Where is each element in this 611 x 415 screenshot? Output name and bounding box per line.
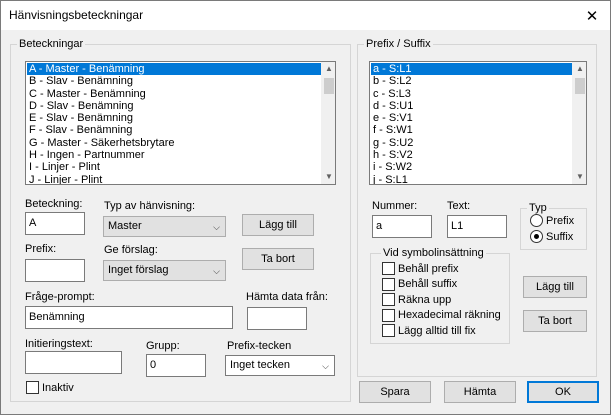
nummer-label: Nummer: [372, 200, 418, 212]
close-button[interactable]: ✕ [574, 1, 610, 30]
scroll-down-icon[interactable]: ▼ [573, 170, 586, 184]
ge-forslag-label: Ge förslag: [104, 244, 158, 256]
chevron-down-icon: ⌵ [213, 266, 220, 276]
lagg-alltid-till-fix-checkbox-box[interactable] [382, 324, 395, 337]
prefix-suffix-list: a - S:L1 b - S:L2 c - S:L3 d - S:U1 e - S:V1… [370, 62, 586, 184]
prefix-suffix-scrollbar[interactable]: ▲ ▼ [572, 62, 586, 184]
text-label: Text: [447, 200, 471, 212]
beteckningar-listbox[interactable]: A - Master - Benämning B - Slav - Benämni… [25, 61, 336, 185]
list-item[interactable]: A - Master - Benämning [27, 63, 335, 76]
list-item[interactable]: j - S:L1 [371, 174, 586, 184]
list-item[interactable]: F - Slav - Benämning [27, 124, 335, 136]
prefix-radio-label: Prefix [546, 214, 575, 227]
init-text-input[interactable] [25, 351, 122, 374]
list-item[interactable]: g - S:U2 [371, 137, 586, 149]
add-prefix-suffix-button[interactable]: Lägg till [523, 276, 587, 298]
scroll-thumb[interactable] [324, 78, 334, 94]
prefix-label: Prefix: [25, 243, 57, 255]
close-icon: ✕ [585, 7, 599, 25]
remove-beteckning-button[interactable]: Ta bort [242, 248, 314, 270]
prefix-suffix-listbox[interactable]: a - S:L1 b - S:L2 c - S:L3 d - S:U1 e - S:V1… [369, 61, 587, 185]
list-item[interactable]: E - Slav - Benämning [27, 112, 335, 124]
fetch-button[interactable]: Hämta [444, 381, 516, 403]
list-item[interactable]: i - S:W2 [371, 161, 586, 173]
beteckning-label: Beteckning: [25, 198, 83, 210]
list-item[interactable]: e - S:V1 [371, 112, 586, 124]
save-button[interactable]: Spara [359, 381, 431, 403]
prompt-label: Fråge-prompt: [25, 291, 95, 303]
list-item[interactable]: f - S:W1 [371, 124, 586, 136]
list-item[interactable]: H - Ingen - Partnummer [27, 149, 335, 161]
prompt-input[interactable]: Benämning [25, 306, 233, 329]
hexadecimal-rakning-checkbox-box[interactable] [382, 308, 395, 322]
suffix-radio[interactable]: Suffix [530, 230, 573, 243]
list-item[interactable]: d - S:U1 [371, 100, 586, 112]
inaktiv-checkbox[interactable]: Inaktiv [26, 381, 74, 394]
list-item[interactable]: c - S:L3 [371, 88, 586, 100]
behall-prefix-checkbox-box[interactable] [382, 262, 395, 275]
list-item[interactable]: h - S:V2 [371, 149, 586, 161]
list-item[interactable]: b - S:L2 [371, 75, 586, 87]
beteckning-input[interactable]: A [25, 212, 85, 235]
inaktiv-checkbox-box[interactable] [26, 381, 39, 394]
prefix-suffix-group-label: Prefix / Suffix [364, 38, 433, 51]
list-item[interactable]: J - Linjer - Plint [27, 174, 335, 184]
typ-select[interactable]: Master ⌵ [103, 216, 226, 237]
behall-suffix-checkbox-box[interactable] [382, 277, 395, 291]
rakna-upp-checkbox-box[interactable] [382, 293, 395, 306]
typ-label: Typ av hänvisning: [104, 200, 196, 212]
rakna-upp-label: Räkna upp [398, 293, 452, 306]
scroll-thumb[interactable] [575, 78, 585, 94]
beteckningar-group-label: Beteckningar [17, 38, 86, 51]
prefix-input[interactable] [25, 259, 85, 282]
chevron-down-icon: ⌵ [213, 222, 220, 232]
chevron-down-icon: ⌵ [322, 361, 329, 371]
grupp-label: Grupp: [146, 340, 180, 352]
behall-suffix-label: Behåll suffix [398, 278, 458, 290]
grupp-input[interactable]: 0 [146, 354, 206, 377]
beteckningar-list: A - Master - Benämning B - Slav - Benämni… [26, 62, 335, 184]
list-item[interactable]: B - Slav - Benämning [27, 75, 335, 87]
hamta-data-label: Hämta data från: [246, 291, 328, 303]
window-title: Hänvisningsbeteckningar [9, 8, 144, 22]
scroll-down-icon[interactable]: ▼ [322, 170, 335, 184]
lagg-alltid-till-fix-label: Lägg alltid till fix [398, 324, 476, 337]
list-item[interactable]: G - Master - Säkerhetsbrytare [27, 137, 335, 149]
behall-prefix-checkbox[interactable]: Behåll prefix [382, 262, 459, 275]
prefix-tecken-label: Prefix-tecken [227, 340, 292, 352]
suffix-radio-label: Suffix [546, 230, 574, 243]
nummer-input[interactable]: a [372, 215, 432, 238]
prefix-radio[interactable]: Prefix [530, 214, 574, 227]
suffix-radio-dot[interactable] [530, 230, 543, 243]
lagg-alltid-till-fix-checkbox[interactable]: Lägg alltid till fix [382, 324, 476, 337]
text-input[interactable]: L1 [447, 215, 507, 238]
ok-button[interactable]: OK [527, 381, 599, 403]
list-item[interactable]: C - Master - Benämning [27, 88, 335, 100]
prefix-radio-dot[interactable] [530, 214, 543, 227]
ge-forslag-select-value: Inget förslag [108, 264, 169, 276]
scroll-up-icon[interactable]: ▲ [322, 62, 335, 76]
hexadecimal-rakning-label: Hexadecimal räkning [398, 309, 501, 321]
title-bar: Hänvisningsbeteckningar ✕ [1, 1, 610, 30]
behall-prefix-label: Behåll prefix [398, 262, 459, 275]
scroll-up-icon[interactable]: ▲ [573, 62, 586, 76]
add-beteckning-button[interactable]: Lägg till [242, 214, 314, 236]
hamta-data-input[interactable] [247, 307, 307, 330]
list-item[interactable]: D - Slav - Benämning [27, 100, 335, 112]
list-item[interactable]: I - Linjer - Plint [27, 161, 335, 173]
rakna-upp-checkbox[interactable]: Räkna upp [382, 293, 451, 306]
inaktiv-label: Inaktiv [42, 381, 74, 394]
prefix-tecken-select-value: Inget tecken [230, 359, 290, 371]
remove-prefix-suffix-button[interactable]: Ta bort [523, 310, 587, 332]
vid-symbolinsattning-group-label: Vid symbolinsättning [381, 247, 486, 260]
beteckningar-scrollbar[interactable]: ▲ ▼ [321, 62, 335, 184]
list-item[interactable]: a - S:L1 [371, 63, 586, 76]
behall-suffix-checkbox[interactable]: Behåll suffix [382, 277, 458, 291]
ge-forslag-select[interactable]: Inget förslag ⌵ [103, 260, 226, 281]
prefix-tecken-select[interactable]: Inget tecken ⌵ [225, 355, 335, 376]
dialog-window: Hänvisningsbeteckningar ✕ Beteckningar A… [0, 0, 611, 415]
hexadecimal-rakning-checkbox[interactable]: Hexadecimal räkning [382, 308, 501, 322]
init-text-label: Initieringstext: [25, 338, 93, 350]
typ-select-value: Master [108, 220, 142, 232]
